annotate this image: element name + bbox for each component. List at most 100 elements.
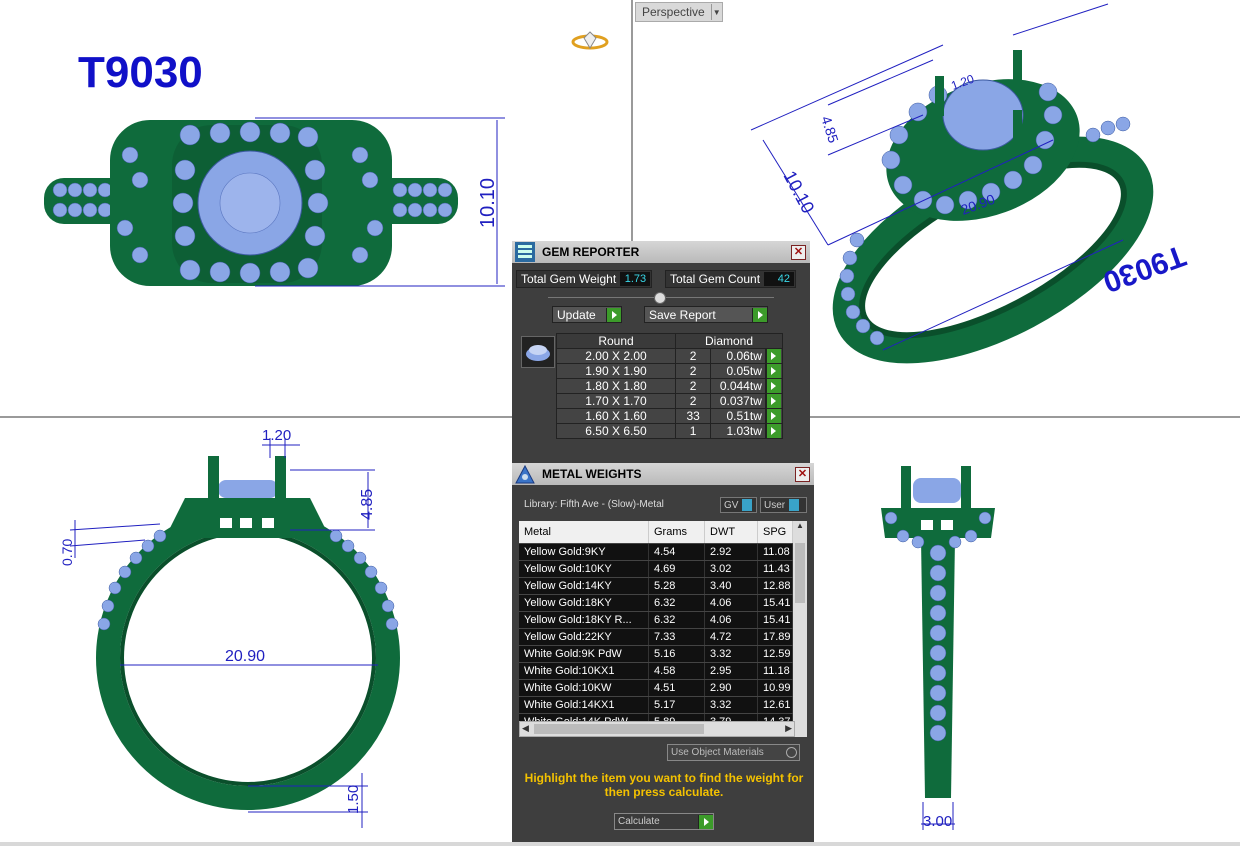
calculate-label: Calculate [618, 816, 660, 827]
scrollbar-thumb[interactable] [795, 543, 805, 603]
metal-row[interactable]: Yellow Gold:18KY R... 6.32 4.06 15.41 [519, 611, 807, 628]
play-arrow-icon[interactable] [765, 349, 781, 363]
play-arrow-icon[interactable] [765, 364, 781, 378]
metal-row[interactable]: White Gold:10KX1 4.58 2.95 11.18 [519, 662, 807, 679]
metal-name: Yellow Gold:22KY [519, 629, 649, 645]
gem-count: 2 [674, 393, 712, 409]
metal-grams: 4.58 [649, 663, 705, 679]
gem-count: 33 [674, 408, 712, 424]
gem-row[interactable]: 2.00 X 2.00 2 0.06tw [556, 348, 784, 364]
metal-row[interactable]: Yellow Gold:14KY 5.28 3.40 12.88 [519, 577, 807, 594]
gem-row[interactable]: 6.50 X 6.50 1 1.03tw [556, 423, 784, 439]
save-report-label: Save Report [649, 307, 716, 322]
gem-size: 1.70 X 1.70 [556, 393, 676, 409]
front-head-dim: 4.85 [359, 489, 376, 520]
total-gem-weight-value: 1.73 [620, 272, 651, 286]
scrollbar-thumb[interactable] [534, 724, 704, 734]
vertical-scrollbar[interactable]: ▲ [793, 521, 807, 737]
library-label: Library: Fifth Ave - (Slow)-Metal [524, 499, 664, 510]
gem-count: 2 [674, 348, 712, 364]
metal-weights-titlebar[interactable]: METAL WEIGHTS ✕ [512, 463, 814, 485]
close-icon[interactable]: ✕ [791, 245, 806, 260]
gem-row[interactable]: 1.60 X 1.60 33 0.51tw [556, 408, 784, 424]
metal-row[interactable]: White Gold:10KW 4.51 2.90 10.99 [519, 679, 807, 696]
persp-height-dim: 10.10 [779, 167, 818, 216]
metal-name: Yellow Gold:9KY [519, 544, 649, 560]
gem-count: 1 [674, 423, 712, 439]
gem-reporter-title: GEM REPORTER [542, 245, 640, 259]
scroll-right-icon[interactable]: ▶ [785, 723, 792, 734]
scroll-up-icon[interactable]: ▲ [793, 521, 807, 530]
radio-icon[interactable] [786, 747, 797, 758]
metal-grams: 4.51 [649, 680, 705, 696]
user-toggle[interactable]: User [760, 497, 807, 513]
metal-grams: 5.16 [649, 646, 705, 662]
use-object-materials-option[interactable]: Use Object Materials [667, 744, 800, 761]
gv-toggle[interactable]: GV [720, 497, 757, 513]
metal-row[interactable]: White Gold:14KX1 5.17 3.32 12.61 [519, 696, 807, 713]
metal-table[interactable]: Metal Grams DWT SPG Yellow Gold:9KY 4.54 2… [519, 521, 807, 737]
front-bottom-dim: 1.50 [345, 785, 362, 814]
viewport-mode-label: Perspective [642, 5, 705, 19]
col-dwt[interactable]: DWT [705, 521, 758, 543]
gem-count: 2 [674, 363, 712, 379]
metal-weights-title: METAL WEIGHTS [542, 467, 642, 481]
gem-row[interactable]: 1.90 X 1.90 2 0.05tw [556, 363, 784, 379]
gem-weight: 0.06tw [710, 348, 766, 364]
scroll-left-icon[interactable]: ◀ [522, 723, 529, 734]
total-gem-weight-label: Total Gem Weight [521, 272, 617, 286]
metal-grams: 4.54 [649, 544, 705, 560]
play-arrow-icon[interactable] [765, 394, 781, 408]
gem-weight: 0.037tw [710, 393, 766, 409]
total-gem-count-label: Total Gem Count [670, 272, 761, 286]
metal-dwt: 4.72 [705, 629, 758, 645]
col-spg[interactable]: SPG [758, 521, 793, 543]
metal-spg: 11.18 [758, 663, 793, 679]
metal-spg: 17.89 [758, 629, 793, 645]
play-arrow-icon [698, 814, 713, 829]
play-arrow-icon [606, 307, 621, 322]
metal-row[interactable]: Yellow Gold:9KY 4.54 2.92 11.08 [519, 543, 807, 560]
use-object-materials-label: Use Object Materials [671, 747, 764, 758]
close-icon[interactable]: ✕ [795, 467, 810, 482]
play-arrow-icon[interactable] [765, 379, 781, 393]
metal-dwt: 4.06 [705, 612, 758, 628]
slider-knob[interactable] [654, 292, 666, 304]
front-shank-dim: 0.70 [59, 539, 75, 566]
metal-name: White Gold:9K PdW [519, 646, 649, 662]
metal-row[interactable]: White Gold:9K PdW 5.16 3.32 12.59 [519, 645, 807, 662]
col-metal[interactable]: Metal [519, 521, 649, 543]
col-grams[interactable]: Grams [649, 521, 705, 543]
toggle-icon [742, 499, 753, 511]
metal-row[interactable]: Yellow Gold:22KY 7.33 4.72 17.89 [519, 628, 807, 645]
metal-spg: 11.08 [758, 544, 793, 560]
gem-size: 6.50 X 6.50 [556, 423, 676, 439]
chevron-down-icon[interactable]: ▼ [710, 4, 722, 20]
gem-slider[interactable] [548, 292, 774, 304]
stone-header: Diamond [675, 333, 783, 349]
metal-grams: 7.33 [649, 629, 705, 645]
calculate-hint: Highlight the item you want to find the … [524, 771, 804, 799]
play-arrow-icon [752, 307, 767, 322]
gem-reporter-titlebar[interactable]: GEM REPORTER ✕ [512, 241, 810, 263]
play-arrow-icon[interactable] [765, 424, 781, 438]
metal-row[interactable]: Yellow Gold:18KY 6.32 4.06 15.41 [519, 594, 807, 611]
metal-weights-panel: METAL WEIGHTS ✕ Library: Fifth Ave - (Sl… [512, 463, 814, 842]
gem-weight: 0.51tw [710, 408, 766, 424]
gem-reporter-icon [515, 242, 535, 262]
metal-row[interactable]: Yellow Gold:10KY 4.69 3.02 11.43 [519, 560, 807, 577]
horizontal-scrollbar[interactable]: ◀ ▶ [519, 721, 795, 737]
viewport-mode-dropdown[interactable]: Perspective ▼ [635, 2, 723, 22]
save-report-button[interactable]: Save Report [644, 306, 768, 323]
front-inner-dim: 20.90 [225, 648, 265, 665]
total-gem-weight: Total Gem Weight 1.73 [516, 270, 653, 288]
metal-spg: 12.59 [758, 646, 793, 662]
gem-size: 1.90 X 1.90 [556, 363, 676, 379]
metal-table-header: Metal Grams DWT SPG [519, 521, 807, 543]
play-arrow-icon[interactable] [765, 409, 781, 423]
gem-row[interactable]: 1.80 X 1.80 2 0.044tw [556, 378, 784, 394]
gem-row[interactable]: 1.70 X 1.70 2 0.037tw [556, 393, 784, 409]
calculate-button[interactable]: Calculate [614, 813, 714, 830]
update-button[interactable]: Update [552, 306, 622, 323]
gem-size: 1.60 X 1.60 [556, 408, 676, 424]
